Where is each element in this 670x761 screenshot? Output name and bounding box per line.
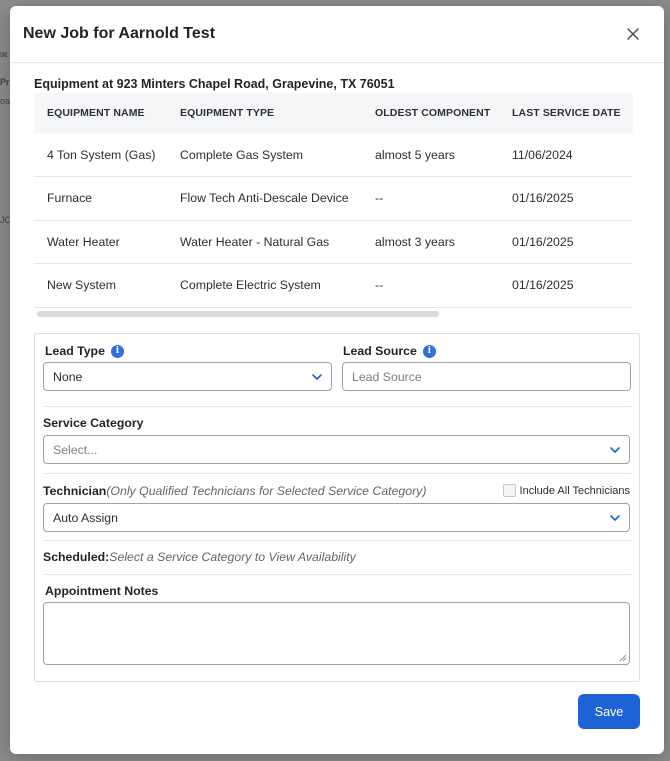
cell-equipment-name: Water Heater [34,220,167,264]
scheduled-row: Scheduled:Select a Service Category to V… [43,550,356,564]
include-all-technicians-toggle[interactable]: Include All Technicians [502,484,630,497]
cell-equipment-type: Complete Gas System [167,133,362,177]
lead-source-placeholder: Lead Source [352,369,422,384]
cell-last-service-date: 01/16/2025 [499,220,633,264]
info-icon[interactable]: i [422,344,436,358]
cell-oldest-component: almost 3 years [362,220,499,264]
lead-source-label: Lead Source [343,344,417,358]
scheduled-hint: Select a Service Category to View Availa… [109,550,356,564]
table-row[interactable]: Water Heater Water Heater - Natural Gas … [34,220,633,264]
include-all-technicians-label: Include All Technicians [519,484,630,497]
cell-equipment-type: Flow Tech Anti-Descale Device [167,176,362,221]
divider [44,540,631,541]
technician-select[interactable]: Auto Assign [43,503,630,532]
cell-last-service-date: 01/16/2025 [499,263,633,308]
divider [44,574,631,575]
column-header-equipment-name: EQUIPMENT NAME [47,107,145,119]
save-button[interactable]: Save [578,694,640,729]
modal-header: New Job for Aarnold Test [10,6,664,63]
lead-type-label-row: Lead Type i [45,344,124,358]
resize-handle-icon[interactable] [619,654,627,662]
cell-equipment-name: 4 Ton System (Gas) [34,133,167,177]
table-row[interactable]: New System Complete Electric System -- 0… [34,263,633,308]
service-category-placeholder: Select... [53,442,98,457]
technician-label-row: Technician (Only Qualified Technicians f… [43,484,426,498]
cell-oldest-component: -- [362,263,499,308]
scheduled-label: Scheduled: [43,550,110,564]
background-fragment: oa [0,96,11,106]
modal-title: New Job for Aarnold Test [23,25,216,42]
technician-value: Auto Assign [53,510,118,525]
close-icon [627,28,639,40]
table-header-row: EQUIPMENT NAME EQUIPMENT TYPE OLDEST COM… [34,93,633,133]
lead-type-label: Lead Type [45,344,105,358]
table-row[interactable]: 4 Ton System (Gas) Complete Gas System a… [34,133,633,177]
technician-hint: (Only Qualified Technicians for Selected… [106,484,427,498]
chevron-down-icon [610,447,620,453]
divider [44,473,631,474]
background-fragment: ✉ [0,50,8,60]
cell-last-service-date: 01/16/2025 [499,176,633,221]
table-row[interactable]: Furnace Flow Tech Anti-Descale Device --… [34,176,633,221]
lead-source-label-row: Lead Source i [343,344,436,358]
column-header-equipment-type: EQUIPMENT TYPE [180,107,275,119]
technician-label: Technician [43,484,107,498]
new-job-modal: New Job for Aarnold Test Equipment at 92… [10,6,664,754]
column-header-last-service-date: LAST SERVICE DATE [512,107,621,119]
lead-type-value: None [53,369,83,384]
appointment-notes-textarea[interactable] [43,602,630,665]
service-category-select[interactable]: Select... [43,435,630,464]
chevron-down-icon [312,374,322,380]
divider [44,406,631,407]
include-all-technicians-checkbox[interactable] [502,484,516,497]
table-horizontal-scrollbar[interactable] [37,311,439,317]
service-category-label: Service Category [43,416,144,430]
cell-last-service-date: 11/06/2024 [499,133,633,177]
lead-type-select[interactable]: None [43,362,332,391]
cell-equipment-name: Furnace [34,176,167,221]
equipment-table: EQUIPMENT NAME EQUIPMENT TYPE OLDEST COM… [34,93,633,308]
job-form: Lead Type i None Lead Source i Lead Sour… [34,333,640,682]
cell-oldest-component: almost 5 years [362,133,499,177]
cell-oldest-component: -- [362,176,499,221]
equipment-heading: Equipment at 923 Minters Chapel Road, Gr… [34,77,395,91]
cell-equipment-type: Water Heater - Natural Gas [167,220,362,264]
appointment-notes-label: Appointment Notes [45,584,159,598]
lead-source-input[interactable]: Lead Source [342,362,631,391]
close-button[interactable] [622,23,644,45]
equipment-table-container: EQUIPMENT NAME EQUIPMENT TYPE OLDEST COM… [34,93,633,319]
chevron-down-icon [610,515,620,521]
background-fragment: Pr [0,77,10,87]
cell-equipment-name: New System [34,263,167,308]
info-icon[interactable]: i [110,344,124,358]
column-header-oldest-component: OLDEST COMPONENT [375,107,491,119]
cell-equipment-type: Complete Electric System [167,263,362,308]
